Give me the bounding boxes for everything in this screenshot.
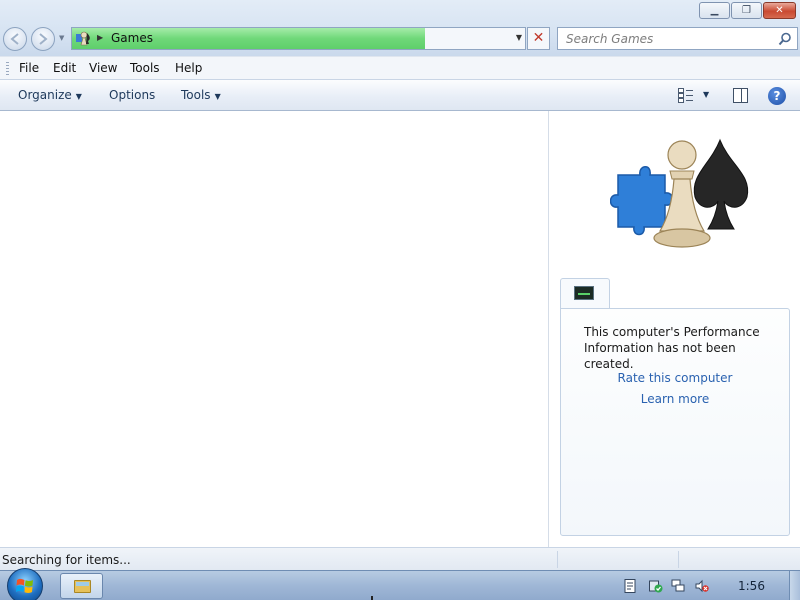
learn-more-link[interactable]: Learn more [561, 392, 789, 406]
back-arrow-icon [10, 33, 19, 45]
taskbar-clock[interactable]: 1:56 [738, 579, 765, 593]
folder-icon [74, 580, 91, 593]
windows-logo-icon [16, 578, 33, 593]
performance-monitor-icon [574, 286, 594, 300]
items-view[interactable] [0, 111, 548, 547]
status-separator [678, 551, 679, 568]
stop-icon: ✕ [532, 30, 545, 46]
minimize-button[interactable]: ▁ [699, 2, 730, 19]
address-bar[interactable]: ▶ Games ▼ [71, 27, 526, 50]
volume-muted-icon[interactable] [695, 579, 709, 593]
games-folder-icon [610, 138, 749, 248]
tools-button[interactable]: Tools ▼ [181, 88, 221, 102]
options-label: Options [109, 88, 156, 102]
security-check-icon[interactable] [649, 579, 663, 593]
breadcrumb-games[interactable]: Games [111, 31, 153, 45]
show-desktop-button[interactable] [789, 571, 800, 600]
tools-caret-icon: ▼ [214, 92, 221, 101]
menu-bar: File Edit View Tools Help [0, 56, 800, 80]
tools-label: Tools [181, 88, 211, 102]
status-text: Searching for items... [2, 553, 131, 567]
notification-area: 1:56 [612, 571, 800, 600]
address-dropdown-icon[interactable]: ▼ [516, 33, 522, 42]
start-button[interactable] [7, 568, 43, 600]
menu-view[interactable]: View [89, 61, 117, 75]
back-button[interactable] [3, 27, 27, 51]
menu-tools[interactable]: Tools [130, 61, 160, 75]
mouse-cursor [371, 596, 373, 600]
views-dropdown-icon[interactable]: ▼ [703, 90, 709, 99]
search-box [557, 27, 798, 50]
restore-icon: ❐ [742, 5, 751, 16]
minimize-icon: ▁ [710, 5, 719, 16]
search-input[interactable] [558, 28, 773, 49]
menu-help[interactable]: Help [175, 61, 202, 75]
status-bar: Searching for items... [0, 547, 800, 570]
caption-buttons: ▁ ❐ ✕ [698, 2, 796, 19]
search-icon[interactable] [778, 32, 792, 46]
command-bar: Organize ▼ Options Tools ▼ ▼ ? [0, 80, 800, 111]
close-icon: ✕ [775, 5, 784, 16]
stop-button[interactable]: ✕ [527, 27, 550, 50]
options-button[interactable]: Options [109, 88, 155, 102]
menu-grip [6, 62, 9, 76]
organize-caret-icon: ▼ [75, 92, 82, 101]
organize-button[interactable]: Organize ▼ [18, 88, 82, 102]
recent-pages-dropdown[interactable]: ▼ [59, 34, 64, 42]
restore-button[interactable]: ❐ [731, 2, 762, 19]
close-button[interactable]: ✕ [763, 2, 796, 19]
taskbar-explorer-button[interactable] [60, 573, 103, 599]
performance-tab[interactable] [560, 278, 610, 309]
performance-message: This computer's Performance Information … [584, 325, 760, 371]
organize-label: Organize [18, 88, 72, 102]
breadcrumb-chevron-icon[interactable]: ▶ [97, 33, 103, 42]
menu-file[interactable]: File [19, 61, 39, 75]
change-view-icon[interactable] [678, 88, 694, 103]
menu-edit[interactable]: Edit [53, 61, 76, 75]
help-icon[interactable]: ? [768, 87, 786, 105]
performance-panel: This computer's Performance Information … [560, 308, 790, 536]
preview-pane-icon[interactable] [733, 88, 748, 103]
status-separator [557, 551, 558, 568]
games-icon [76, 31, 90, 46]
window-titlebar: ▁ ❐ ✕ ▼ ▶ Games ▼ ✕ [0, 0, 800, 56]
rate-this-computer-link[interactable]: Rate this computer [561, 371, 789, 385]
taskbar: 1:56 [0, 568, 800, 600]
network-icon[interactable] [671, 579, 685, 593]
forward-button[interactable] [31, 27, 55, 51]
forward-arrow-icon [39, 33, 48, 45]
action-center-icon[interactable] [623, 579, 637, 593]
